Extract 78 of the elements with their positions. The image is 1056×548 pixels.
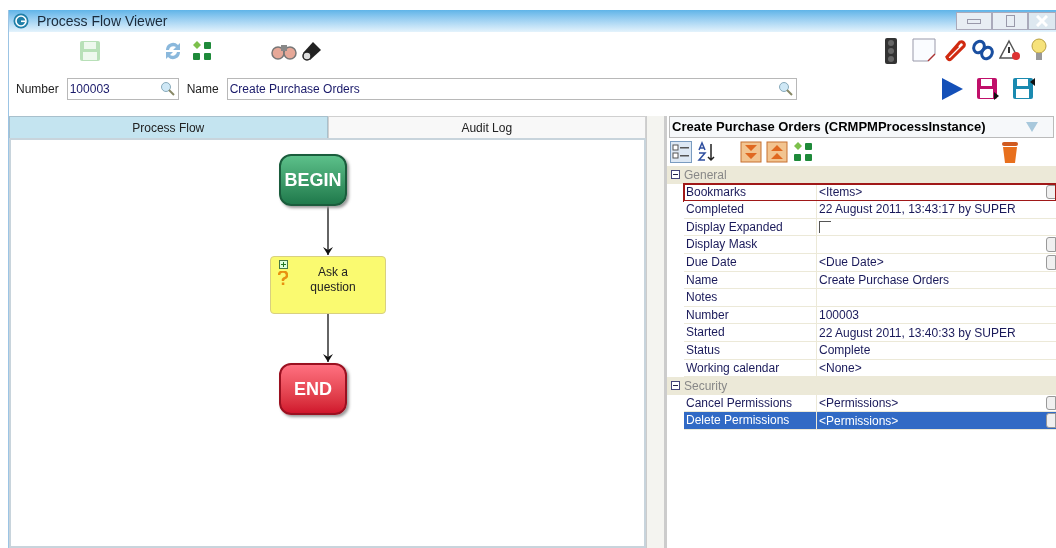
property-name: Notes: [684, 289, 817, 306]
property-name: Due Date: [684, 253, 817, 271]
warning-icon[interactable]: [999, 39, 1021, 61]
property-name: Status: [684, 341, 817, 359]
note-icon[interactable]: [912, 38, 936, 62]
play-icon[interactable]: [940, 77, 964, 101]
app-logo-icon: [13, 13, 29, 29]
property-value: 100003: [819, 307, 860, 325]
refresh-icon[interactable]: [163, 40, 183, 62]
connector-arrow: [323, 313, 333, 363]
traffic-light-icon[interactable]: [885, 38, 897, 64]
ellipsis-button[interactable]: [1046, 413, 1056, 428]
property-value: Create Purchase Orders: [819, 271, 950, 289]
checkbox[interactable]: [819, 221, 831, 234]
close-button[interactable]: [1028, 12, 1056, 30]
property-row[interactable]: Display Mask: [684, 236, 1056, 254]
flashlight-icon[interactable]: [301, 40, 323, 62]
category-label: Security: [684, 377, 728, 395]
search-field[interactable]: 100003: [66, 78, 179, 100]
property-name: Display Expanded: [684, 218, 817, 236]
maximize-button[interactable]: [992, 12, 1028, 30]
property-row[interactable]: Completed 22 August 2011, 13:43:17 by SUPER: [684, 201, 1056, 219]
end-node[interactable]: END: [279, 363, 347, 415]
collapse-icon[interactable]: [671, 170, 680, 180]
node-label: Ask a question: [309, 265, 357, 296]
property-name: Display Mask: [684, 236, 817, 253]
property-name: Bookmarks: [684, 183, 817, 201]
property-value: <Permissions>: [819, 395, 899, 412]
search-icon[interactable]: [777, 81, 794, 97]
property-name: Name: [684, 271, 817, 289]
property-name: Working calendar: [684, 359, 817, 377]
collapse-all-icon[interactable]: [766, 141, 788, 163]
property-value: Complete: [819, 342, 871, 360]
search-icon[interactable]: [159, 81, 176, 97]
property-row[interactable]: Started 22 August 2011, 13:40:33 by SUPER: [684, 324, 1056, 342]
field-label: Number: [16, 81, 59, 98]
close-icon: [1036, 15, 1048, 27]
category-label: General: [684, 166, 727, 184]
property-row[interactable]: Bookmarks <Items>: [684, 183, 1056, 202]
property-row[interactable]: Notes: [684, 289, 1056, 307]
save-icon[interactable]: [1012, 77, 1036, 101]
sort-alphabetical-icon[interactable]: [696, 141, 718, 163]
save-icon[interactable]: [976, 77, 1000, 101]
property-name: Completed: [684, 201, 817, 218]
property-row[interactable]: Delete Permissions <Permissions>: [684, 412, 1056, 430]
property-value: <None>: [819, 359, 862, 377]
property-value: <Permissions>: [819, 412, 899, 430]
tab[interactable]: Process Flow: [9, 116, 328, 138]
property-name: Cancel Permissions: [684, 394, 817, 412]
property-value: <Items>: [819, 183, 863, 201]
link-icon[interactable]: [972, 39, 994, 61]
field-label: Name: [186, 81, 219, 98]
collapse-icon[interactable]: [671, 381, 680, 391]
paperclip-icon[interactable]: [942, 38, 966, 62]
property-value: 22 August 2011, 13:40:33 by SUPER: [819, 324, 1016, 342]
tab[interactable]: Audit Log: [327, 116, 646, 138]
connector-arrow: [323, 205, 333, 256]
categorized-view-icon[interactable]: [670, 141, 692, 163]
property-name: Delete Permissions: [684, 412, 817, 429]
search-field[interactable]: Create Purchase Orders: [226, 78, 797, 100]
expand-icon[interactable]: [278, 260, 288, 269]
property-name: Started: [684, 324, 817, 341]
ellipsis-button[interactable]: [1046, 184, 1056, 200]
question-mark-icon: [278, 271, 288, 286]
shapes-icon[interactable]: [792, 141, 814, 163]
binoculars-icon[interactable]: [271, 42, 297, 60]
property-value: <Due Date>: [819, 254, 884, 272]
window-title: Process Flow Viewer: [37, 11, 168, 31]
question-node[interactable]: Ask a question: [270, 256, 386, 314]
property-name: Number: [684, 306, 817, 324]
object-title: Create Purchase Orders (CRMPMProcessInstance): [671, 118, 986, 137]
trash-icon[interactable]: [1000, 140, 1020, 164]
shapes-icon[interactable]: [191, 40, 213, 62]
minimize-button[interactable]: [956, 12, 992, 30]
lightbulb-icon[interactable]: [1031, 37, 1047, 63]
splitter-handle[interactable]: [646, 116, 665, 548]
property-value: 22 August 2011, 13:43:17 by SUPER: [819, 201, 1016, 219]
expand-all-icon[interactable]: [740, 141, 762, 163]
